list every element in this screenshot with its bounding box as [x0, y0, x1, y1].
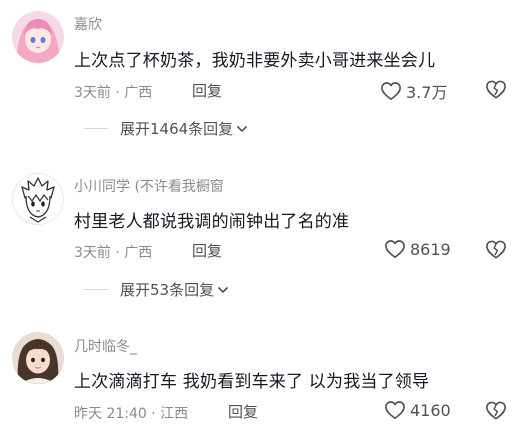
avatar[interactable]	[12, 332, 64, 384]
comment-author[interactable]: 几时临冬_	[74, 336, 137, 356]
comment-item: 几时临冬_ 上次滴滴打车 我奶看到车来了 以为我当了领导 昨天 21:40 · …	[0, 0, 521, 428]
like-count: 4160	[410, 400, 451, 420]
heart-outline-icon	[385, 401, 405, 419]
reply-button[interactable]: 回复	[228, 401, 258, 422]
comment-meta: 昨天 21:40 · 江西	[74, 406, 189, 422]
like-button[interactable]: 4160	[384, 400, 451, 420]
broken-heart-icon[interactable]	[485, 400, 507, 421]
comment-text[interactable]: 上次滴滴打车 我奶看到车来了 以为我当了领导	[74, 367, 429, 392]
